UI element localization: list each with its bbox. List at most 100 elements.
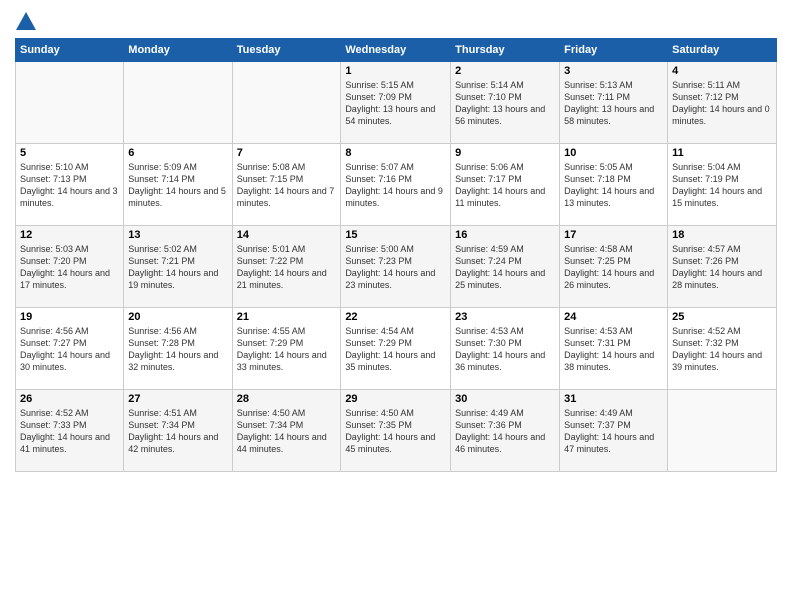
- weekday-header-saturday: Saturday: [668, 38, 777, 61]
- calendar-week-1: 1 Sunrise: 5:15 AMSunset: 7:09 PMDaylight…: [16, 61, 777, 143]
- day-number: 13: [128, 229, 227, 241]
- day-info: Sunrise: 5:05 AMSunset: 7:18 PMDaylight:…: [564, 161, 663, 210]
- day-info: Sunrise: 5:13 AMSunset: 7:11 PMDaylight:…: [564, 79, 663, 128]
- day-info: Sunrise: 4:53 AMSunset: 7:30 PMDaylight:…: [455, 325, 555, 374]
- day-number: 31: [564, 393, 663, 405]
- calendar-cell: 2 Sunrise: 5:14 AMSunset: 7:10 PMDaylight…: [451, 61, 560, 143]
- day-info: Sunrise: 5:14 AMSunset: 7:10 PMDaylight:…: [455, 79, 555, 128]
- day-number: 25: [672, 311, 772, 323]
- day-number: 20: [128, 311, 227, 323]
- header: [15, 10, 777, 30]
- day-info: Sunrise: 4:50 AMSunset: 7:34 PMDaylight:…: [237, 407, 337, 456]
- calendar-week-5: 26 Sunrise: 4:52 AMSunset: 7:33 PMDayligh…: [16, 389, 777, 471]
- day-number: 28: [237, 393, 337, 405]
- day-number: 22: [345, 311, 446, 323]
- calendar-cell: 4 Sunrise: 5:11 AMSunset: 7:12 PMDaylight…: [668, 61, 777, 143]
- calendar-cell: [124, 61, 232, 143]
- calendar-cell: [16, 61, 124, 143]
- calendar-cell: 3 Sunrise: 5:13 AMSunset: 7:11 PMDaylight…: [560, 61, 668, 143]
- day-number: 24: [564, 311, 663, 323]
- calendar-cell: 30 Sunrise: 4:49 AMSunset: 7:36 PMDayligh…: [451, 389, 560, 471]
- day-number: 3: [564, 65, 663, 77]
- day-number: 27: [128, 393, 227, 405]
- calendar-cell: 26 Sunrise: 4:52 AMSunset: 7:33 PMDayligh…: [16, 389, 124, 471]
- calendar-cell: 20 Sunrise: 4:56 AMSunset: 7:28 PMDayligh…: [124, 307, 232, 389]
- calendar-cell: 23 Sunrise: 4:53 AMSunset: 7:30 PMDayligh…: [451, 307, 560, 389]
- day-number: 16: [455, 229, 555, 241]
- day-number: 30: [455, 393, 555, 405]
- calendar-cell: 10Sunrise: 5:05 AMSunset: 7:18 PMDayligh…: [560, 143, 668, 225]
- calendar-cell: 21Sunrise: 4:55 AMSunset: 7:29 PMDayligh…: [232, 307, 341, 389]
- day-number: 21: [237, 311, 337, 323]
- day-info: Sunrise: 5:11 AMSunset: 7:12 PMDaylight:…: [672, 79, 772, 128]
- day-info: Sunrise: 4:49 AMSunset: 7:36 PMDaylight:…: [455, 407, 555, 456]
- calendar-table: SundayMondayTuesdayWednesdayThursdayFrid…: [15, 38, 777, 472]
- day-number: 6: [128, 147, 227, 159]
- day-info: Sunrise: 4:52 AMSunset: 7:33 PMDaylight:…: [20, 407, 119, 456]
- day-number: 19: [20, 311, 119, 323]
- logo-block: [15, 10, 37, 30]
- calendar-cell: 25Sunrise: 4:52 AMSunset: 7:32 PMDayligh…: [668, 307, 777, 389]
- day-number: 1: [345, 65, 446, 77]
- calendar-cell: 28 Sunrise: 4:50 AMSunset: 7:34 PMDayligh…: [232, 389, 341, 471]
- logo-triangle-icon: [16, 12, 36, 30]
- calendar-cell: 8 Sunrise: 5:07 AMSunset: 7:16 PMDaylight…: [341, 143, 451, 225]
- day-info: Sunrise: 5:03 AMSunset: 7:20 PMDaylight:…: [20, 243, 119, 292]
- page: SundayMondayTuesdayWednesdayThursdayFrid…: [0, 0, 792, 612]
- calendar-cell: 6 Sunrise: 5:09 AMSunset: 7:14 PMDaylight…: [124, 143, 232, 225]
- day-info: Sunrise: 5:10 AMSunset: 7:13 PMDaylight:…: [20, 161, 119, 210]
- day-info: Sunrise: 5:07 AMSunset: 7:16 PMDaylight:…: [345, 161, 446, 210]
- day-info: Sunrise: 4:54 AMSunset: 7:29 PMDaylight:…: [345, 325, 446, 374]
- day-number: 2: [455, 65, 555, 77]
- calendar-cell: 27Sunrise: 4:51 AMSunset: 7:34 PMDayligh…: [124, 389, 232, 471]
- weekday-header-wednesday: Wednesday: [341, 38, 451, 61]
- day-number: 14: [237, 229, 337, 241]
- calendar-cell: [232, 61, 341, 143]
- calendar-cell: 18 Sunrise: 4:57 AMSunset: 7:26 PMDayligh…: [668, 225, 777, 307]
- day-number: 4: [672, 65, 772, 77]
- day-info: Sunrise: 5:09 AMSunset: 7:14 PMDaylight:…: [128, 161, 227, 210]
- day-number: 11: [672, 147, 772, 159]
- logo-text: [15, 10, 37, 30]
- calendar-cell: 14 Sunrise: 5:01 AMSunset: 7:22 PMDayligh…: [232, 225, 341, 307]
- calendar-cell: 9 Sunrise: 5:06 AMSunset: 7:17 PMDaylight…: [451, 143, 560, 225]
- weekday-header-sunday: Sunday: [16, 38, 124, 61]
- weekday-header-monday: Monday: [124, 38, 232, 61]
- day-number: 7: [237, 147, 337, 159]
- weekday-header-friday: Friday: [560, 38, 668, 61]
- day-number: 15: [345, 229, 446, 241]
- calendar-cell: 12 Sunrise: 5:03 AMSunset: 7:20 PMDayligh…: [16, 225, 124, 307]
- calendar-week-3: 12 Sunrise: 5:03 AMSunset: 7:20 PMDayligh…: [16, 225, 777, 307]
- calendar-week-4: 19 Sunrise: 4:56 AMSunset: 7:27 PMDayligh…: [16, 307, 777, 389]
- day-info: Sunrise: 4:56 AMSunset: 7:28 PMDaylight:…: [128, 325, 227, 374]
- calendar-week-2: 5Sunrise: 5:10 AMSunset: 7:13 PMDaylight…: [16, 143, 777, 225]
- day-info: Sunrise: 5:00 AMSunset: 7:23 PMDaylight:…: [345, 243, 446, 292]
- day-number: 26: [20, 393, 119, 405]
- day-info: Sunrise: 5:15 AMSunset: 7:09 PMDaylight:…: [345, 79, 446, 128]
- day-number: 29: [345, 393, 446, 405]
- calendar-header-row: SundayMondayTuesdayWednesdayThursdayFrid…: [16, 38, 777, 61]
- calendar-cell: 11Sunrise: 5:04 AMSunset: 7:19 PMDayligh…: [668, 143, 777, 225]
- calendar-cell: 5Sunrise: 5:10 AMSunset: 7:13 PMDaylight…: [16, 143, 124, 225]
- day-info: Sunrise: 4:57 AMSunset: 7:26 PMDaylight:…: [672, 243, 772, 292]
- day-info: Sunrise: 4:59 AMSunset: 7:24 PMDaylight:…: [455, 243, 555, 292]
- calendar-cell: 15 Sunrise: 5:00 AMSunset: 7:23 PMDayligh…: [341, 225, 451, 307]
- day-number: 12: [20, 229, 119, 241]
- calendar-cell: 7 Sunrise: 5:08 AMSunset: 7:15 PMDaylight…: [232, 143, 341, 225]
- day-info: Sunrise: 5:08 AMSunset: 7:15 PMDaylight:…: [237, 161, 337, 210]
- logo: [15, 10, 37, 30]
- day-info: Sunrise: 4:56 AMSunset: 7:27 PMDaylight:…: [20, 325, 119, 374]
- day-info: Sunrise: 5:01 AMSunset: 7:22 PMDaylight:…: [237, 243, 337, 292]
- day-number: 18: [672, 229, 772, 241]
- day-number: 9: [455, 147, 555, 159]
- calendar-cell: 1 Sunrise: 5:15 AMSunset: 7:09 PMDaylight…: [341, 61, 451, 143]
- day-number: 17: [564, 229, 663, 241]
- calendar-cell: 22 Sunrise: 4:54 AMSunset: 7:29 PMDayligh…: [341, 307, 451, 389]
- calendar-cell: 17Sunrise: 4:58 AMSunset: 7:25 PMDayligh…: [560, 225, 668, 307]
- calendar-cell: 29Sunrise: 4:50 AMSunset: 7:35 PMDayligh…: [341, 389, 451, 471]
- day-number: 23: [455, 311, 555, 323]
- calendar-cell: 24Sunrise: 4:53 AMSunset: 7:31 PMDayligh…: [560, 307, 668, 389]
- day-info: Sunrise: 5:06 AMSunset: 7:17 PMDaylight:…: [455, 161, 555, 210]
- calendar-cell: 19 Sunrise: 4:56 AMSunset: 7:27 PMDayligh…: [16, 307, 124, 389]
- day-number: 8: [345, 147, 446, 159]
